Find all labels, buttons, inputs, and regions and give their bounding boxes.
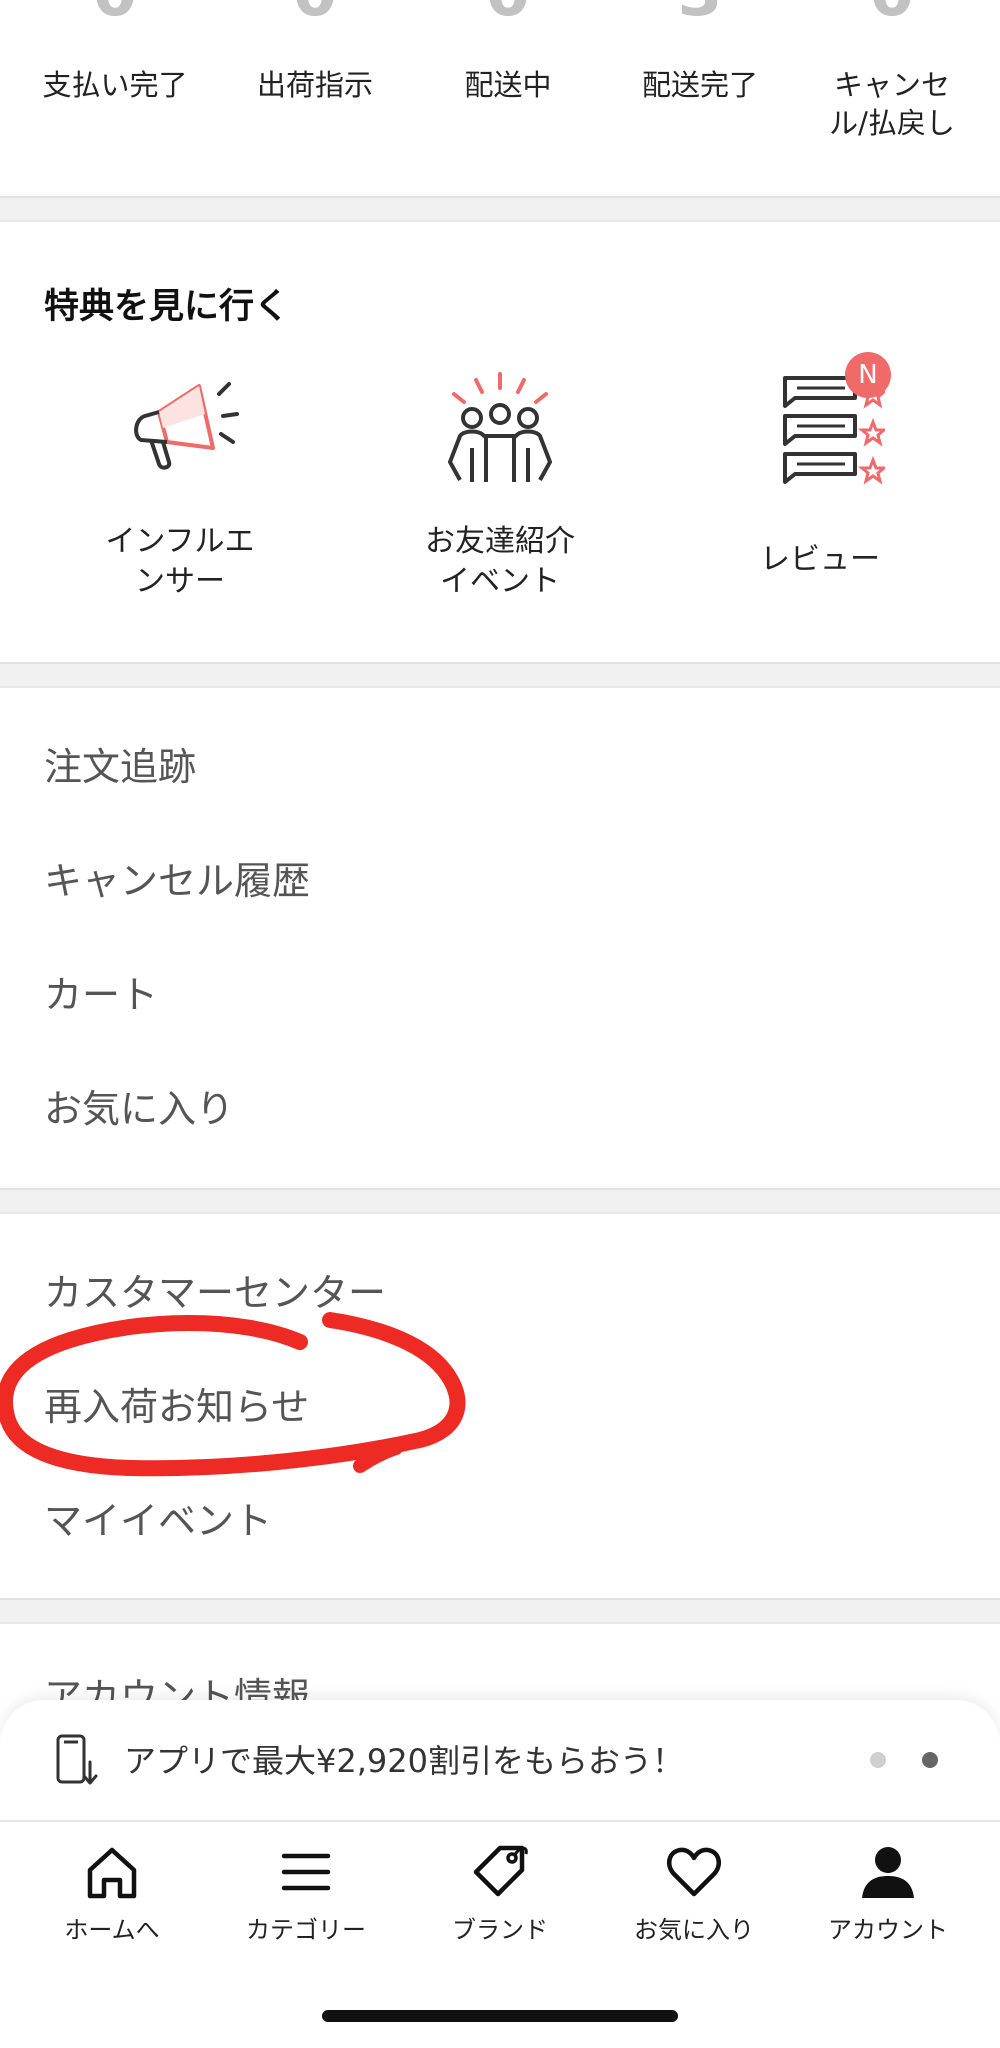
status-label: 配送完了 bbox=[641, 68, 758, 102]
menu-group-orders: 注文追跡 キャンセル履歴 カート お気に入り bbox=[0, 688, 1000, 1188]
menu-item-cart[interactable]: カート bbox=[44, 970, 158, 1020]
menu-icon bbox=[281, 1853, 331, 1891]
carousel-dot[interactable] bbox=[870, 1752, 886, 1768]
benefit-label: インフルエ ンサー bbox=[105, 524, 255, 599]
section-divider bbox=[0, 196, 1000, 222]
tab-brand[interactable]: ブランド bbox=[400, 1842, 600, 1952]
phone-download-icon bbox=[56, 1734, 98, 1785]
status-count: 3 bbox=[610, 0, 790, 30]
section-divider bbox=[0, 1188, 1000, 1214]
heart-icon bbox=[666, 1847, 722, 1897]
menu-item-favorites[interactable]: お気に入り bbox=[44, 1084, 234, 1134]
benefits-title: 特典を見に行く bbox=[44, 287, 290, 327]
menu-item-my-events[interactable]: マイイベント bbox=[44, 1496, 272, 1546]
status-label: 支払い完了 bbox=[42, 68, 188, 102]
person-icon bbox=[862, 1847, 914, 1898]
status-label: 配送中 bbox=[464, 68, 552, 102]
status-count: 0 bbox=[25, 0, 205, 30]
app-banner-text: アプリで最大¥2,920割引をもらおう！ bbox=[124, 1742, 684, 1780]
tab-category[interactable]: カテゴリー bbox=[206, 1842, 406, 1952]
tab-favorites[interactable]: お気に入り bbox=[594, 1842, 794, 1952]
tab-label: カテゴリー bbox=[246, 1916, 366, 1944]
status-count: 0 bbox=[225, 0, 405, 30]
tab-label: ブランド bbox=[452, 1916, 548, 1944]
section-divider bbox=[0, 662, 1000, 688]
menu-item-restock-notice[interactable]: 再入荷お知らせ bbox=[44, 1382, 309, 1432]
menu-item-cancel-history[interactable]: キャンセル履歴 bbox=[44, 856, 310, 906]
new-badge: N bbox=[845, 352, 891, 398]
benefit-label: お友達紹介 イベント bbox=[425, 524, 575, 599]
benefit-label: レビュー bbox=[760, 542, 880, 577]
tab-account[interactable]: アカウント bbox=[788, 1842, 988, 1952]
tag-icon bbox=[473, 1845, 528, 1897]
friends-group-icon bbox=[448, 372, 552, 482]
benefit-review[interactable]: レビュー bbox=[690, 372, 950, 632]
home-indicator bbox=[322, 2010, 678, 2022]
tab-home[interactable]: ホームへ bbox=[12, 1842, 212, 1952]
section-divider bbox=[0, 1598, 1000, 1624]
menu-group-support: カスタマーセンター 再入荷お知らせ マイイベント bbox=[0, 1214, 1000, 1598]
home-icon bbox=[87, 1847, 137, 1899]
menu-item-order-tracking[interactable]: 注文追跡 bbox=[44, 742, 196, 792]
megaphone-icon bbox=[134, 382, 239, 470]
order-status-strip: 0 支払い完了 0 出荷指示 0 配送中 3 配送完了 0 キャンセ ル/払戻し bbox=[0, 0, 1000, 196]
status-label: 出荷指示 bbox=[256, 68, 373, 102]
benefit-friend-referral[interactable]: お友達紹介 イベント bbox=[370, 372, 630, 632]
tab-label: お気に入り bbox=[634, 1916, 754, 1944]
benefit-influencer[interactable]: インフルエ ンサー bbox=[50, 372, 310, 632]
tab-label: ホームへ bbox=[64, 1916, 160, 1944]
status-count: 0 bbox=[802, 0, 982, 30]
menu-item-customer-center[interactable]: カスタマーセンター bbox=[44, 1268, 386, 1318]
tab-label: アカウント bbox=[828, 1916, 948, 1944]
status-count: 0 bbox=[418, 0, 598, 30]
benefits-section: 特典を見に行く インフルエ ンサー お友達紹介 イベント レビュー N bbox=[0, 222, 1000, 662]
carousel-dot-active[interactable] bbox=[922, 1752, 938, 1768]
status-label: キャンセ ル/払戻し bbox=[829, 68, 955, 140]
app-download-banner[interactable]: アプリで最大¥2,920割引をもらおう！ bbox=[0, 1700, 1000, 1820]
